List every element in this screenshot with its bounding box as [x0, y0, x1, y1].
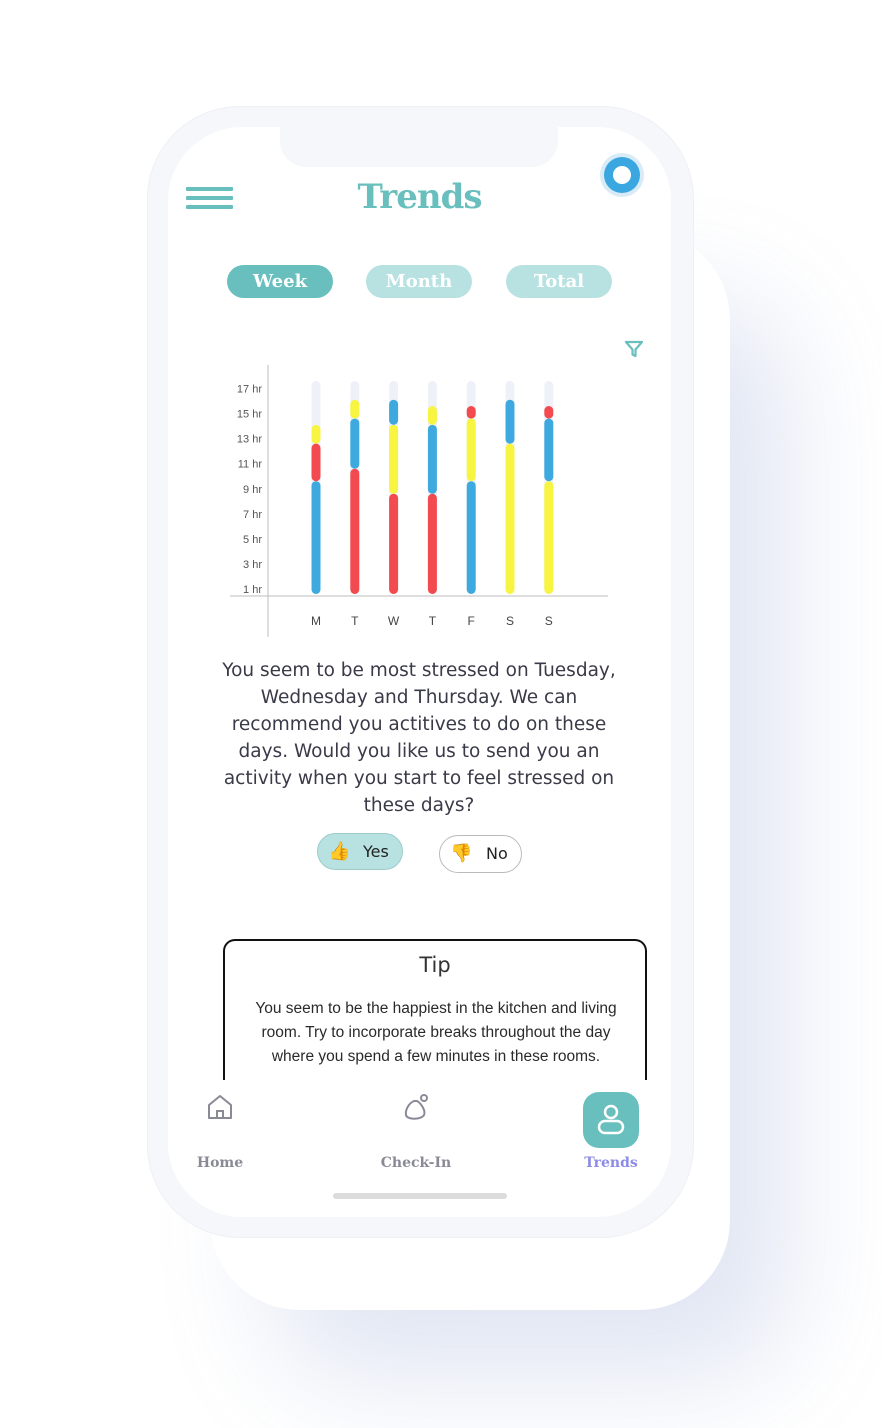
check-in-icon	[404, 1094, 428, 1120]
y-tick-label: 13 hr	[237, 434, 262, 446]
tab-month[interactable]: Month	[366, 265, 472, 298]
y-tick-label: 7 hr	[243, 509, 262, 521]
bar-segment	[350, 399, 360, 419]
y-tick-label: 11 hr	[238, 459, 263, 471]
tab-total[interactable]: Total	[506, 265, 612, 298]
stress-message: You seem to be most stressed on Tuesday,…	[222, 660, 616, 816]
bar-segment	[427, 406, 437, 425]
bar-segment	[350, 418, 360, 469]
bar-segment	[311, 481, 321, 594]
y-tick-label: 9 hr	[243, 484, 262, 496]
bar-segment	[466, 406, 476, 419]
phone-screen: Trends Week Month Total 1 hr 3 hr 5 hr 7 hr…	[168, 127, 671, 1217]
tip-body: You seem to be the happiest in the kitch…	[255, 1000, 617, 1065]
bar-segment	[389, 399, 399, 425]
filter-icon[interactable]	[624, 339, 644, 359]
y-tick-label: 15 hr	[237, 409, 262, 421]
home-icon	[208, 1095, 232, 1119]
bar-segment	[544, 406, 554, 419]
bar-segment	[544, 418, 554, 482]
bar-segment	[311, 424, 321, 444]
tip-title: Tip	[419, 953, 451, 977]
no-button[interactable]: 👎 No	[439, 835, 522, 873]
x-tick-label: M	[311, 614, 321, 628]
bar-segment	[466, 481, 476, 594]
bar-segment	[389, 493, 399, 594]
x-tick-label: T	[429, 614, 437, 628]
y-tick-label: 5 hr	[243, 534, 262, 546]
page-title: Trends	[357, 177, 482, 217]
person-icon	[597, 1104, 625, 1135]
stress-hours-chart: 1 hr 3 hr 5 hr 7 hr 9 hr 11 hr 13 hr 15 hr 17 hr…	[230, 365, 608, 637]
x-tick-label: T	[351, 614, 359, 628]
bar-segment	[389, 424, 399, 494]
thumbs-down-icon: 👎	[450, 843, 473, 864]
home-indicator	[333, 1193, 507, 1199]
bar-segment	[350, 468, 360, 594]
bar-segment	[466, 418, 476, 482]
notch	[280, 127, 558, 167]
nav-trends[interactable]: Trends	[566, 1080, 656, 1180]
nav-check-in[interactable]: Check-In	[371, 1080, 461, 1180]
yes-button-label: Yes	[363, 842, 389, 861]
bar-segment	[505, 443, 515, 594]
record-circle-icon[interactable]	[600, 153, 644, 197]
bar-segment	[427, 493, 437, 594]
x-tick-label: S	[545, 614, 553, 628]
x-tick-label: W	[388, 614, 400, 628]
bar-segment	[427, 424, 437, 494]
yes-button[interactable]: 👍 Yes	[317, 833, 403, 870]
x-tick-label: S	[506, 614, 514, 628]
tab-week[interactable]: Week	[227, 265, 333, 298]
y-tick-label: 3 hr	[243, 559, 262, 571]
bar-segment	[311, 443, 321, 482]
nav-home[interactable]: Home	[175, 1080, 265, 1180]
nav-home-label: Home	[196, 1155, 244, 1171]
bar-segment	[505, 399, 515, 444]
no-button-label: No	[486, 844, 508, 863]
nav-trends-label: Trends	[584, 1155, 638, 1171]
x-tick-label: F	[468, 614, 475, 628]
nav-check-in-label: Check-In	[380, 1155, 452, 1171]
bar-segment	[544, 481, 554, 594]
y-tick-label: 1 hr	[243, 584, 262, 596]
thumbs-up-icon: 👍	[328, 841, 351, 862]
y-tick-label: 17 hr	[237, 384, 262, 396]
